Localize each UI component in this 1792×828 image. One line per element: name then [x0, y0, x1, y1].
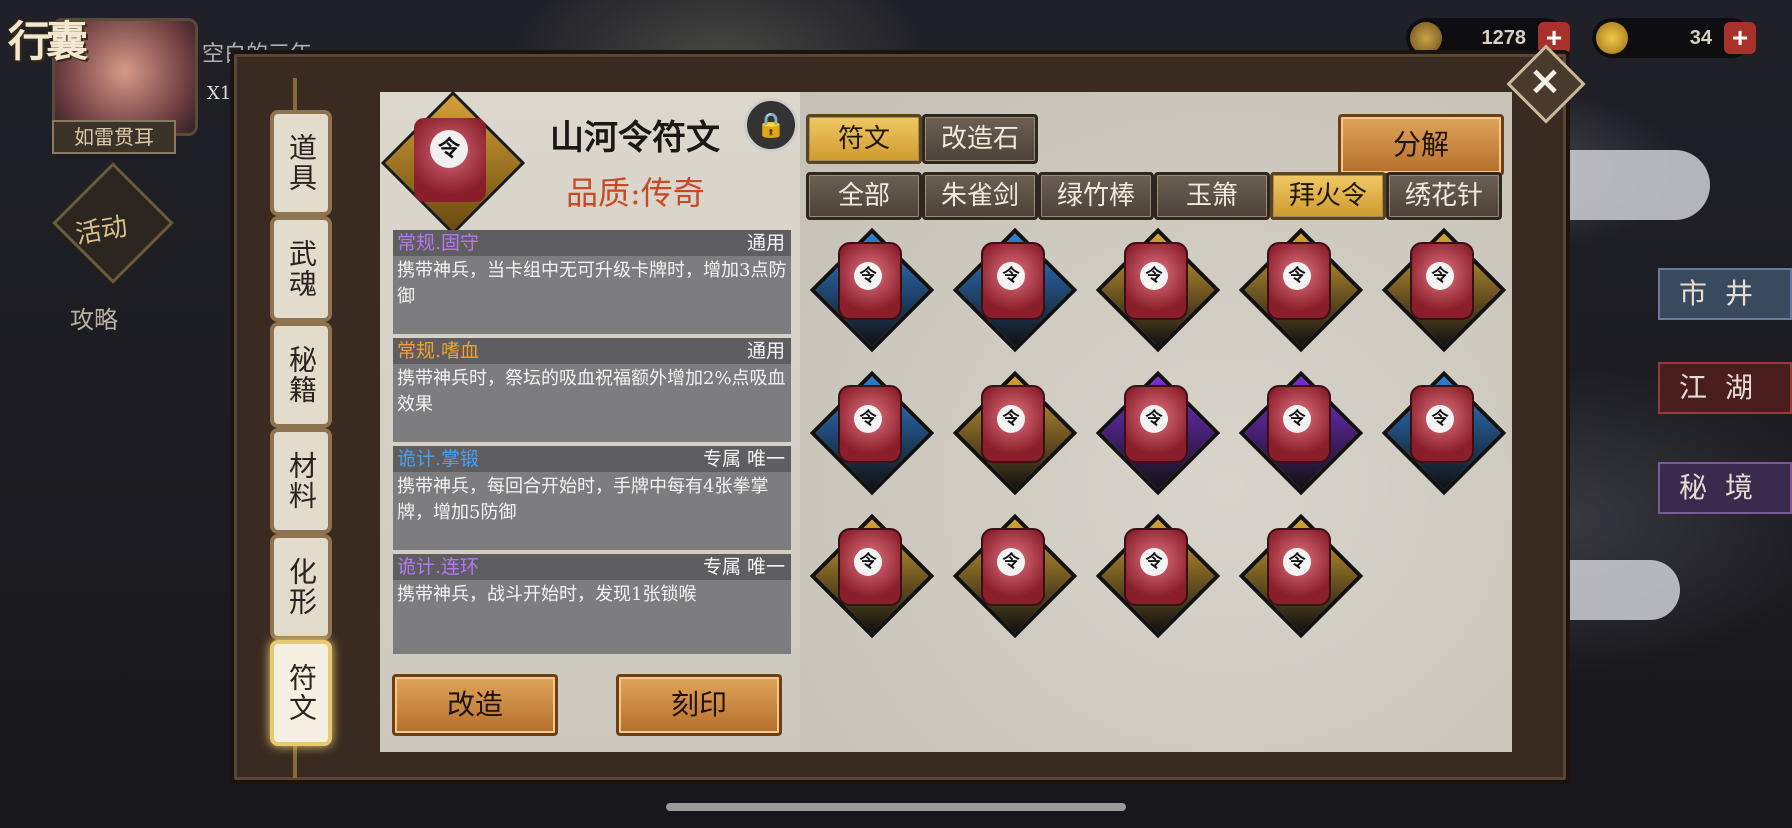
rune-seal-icon: 令 [1140, 262, 1168, 290]
rune-item[interactable]: 令 [951, 369, 1078, 496]
rune-item[interactable]: 令 [1094, 226, 1221, 353]
rune-item[interactable]: 令 [808, 226, 935, 353]
attribute-tag: 专属 唯一 [702, 448, 785, 470]
attribute-description: 携带神兵时，祭坛的吸血祝福额外增加2%点吸血效果 [393, 364, 791, 442]
tab-soul[interactable]: 武魂 [270, 216, 332, 322]
rune-seal-icon: 令 [997, 262, 1025, 290]
rune-item[interactable]: 令 [1380, 369, 1507, 496]
guide-button[interactable]: 攻略 [70, 300, 118, 335]
attribute-name: 常规.嗜血 [397, 340, 480, 362]
tab-manuals[interactable]: 秘籍 [270, 322, 332, 428]
filter-fire-token[interactable]: 拜火令 [1270, 172, 1386, 220]
rune-item[interactable]: 令 [1237, 512, 1364, 639]
modify-button[interactable]: 改造 [392, 674, 558, 736]
rune-item[interactable]: 令 [1237, 369, 1364, 496]
rune-seal-icon: 令 [1283, 262, 1311, 290]
attribute-header: 诡计.掌锻 专属 唯一 [393, 446, 791, 472]
attribute-description: 携带神兵，当卡组中无可升级卡牌时，增加3点防御 [393, 256, 791, 334]
item-seal-icon: 令 [430, 130, 468, 168]
rune-seal-icon: 令 [1426, 262, 1454, 290]
rune-seal-icon: 令 [1283, 548, 1311, 576]
tab-runes[interactable]: 符文 [270, 640, 332, 746]
close-icon[interactable]: × [1526, 58, 1564, 104]
nav-secret-realm[interactable]: 秘境 [1658, 462, 1792, 514]
nav-market[interactable]: 市井 [1658, 268, 1792, 320]
nav-jianghu[interactable]: 江湖 [1658, 362, 1792, 414]
rune-item[interactable]: 令 [951, 226, 1078, 353]
player-rank: 如雷贯耳 [52, 120, 176, 154]
attribute-header: 诡计.连环 专属 唯一 [393, 554, 791, 580]
attribute-name: 常规.固守 [397, 232, 480, 254]
rune-item[interactable]: 令 [1094, 369, 1221, 496]
rune-seal-icon: 令 [997, 548, 1025, 576]
tab-modify-stones[interactable]: 改造石 [922, 114, 1038, 164]
rune-item[interactable]: 令 [1094, 512, 1221, 639]
rune-seal-icon: 令 [854, 405, 882, 433]
filter-embroidery-needle[interactable]: 绣花针 [1386, 172, 1502, 220]
rune-item[interactable]: 令 [1237, 226, 1364, 353]
gold-ingot-counter: 34 + [1592, 18, 1756, 58]
attribute-tag: 通用 [746, 232, 785, 254]
tab-runes-list[interactable]: 符文 [806, 114, 922, 164]
attribute-header: 常规.嗜血 通用 [393, 338, 791, 364]
rune-item[interactable]: 令 [808, 369, 935, 496]
filter-jade-flute[interactable]: 玉箫 [1154, 172, 1270, 220]
lock-icon[interactable]: 🔒 [744, 98, 798, 152]
attribute-tag: 专属 唯一 [702, 556, 785, 578]
tab-materials[interactable]: 材料 [270, 428, 332, 534]
rune-seal-icon: 令 [1426, 405, 1454, 433]
rune-item[interactable]: 令 [808, 512, 935, 639]
filter-green-bamboo-staff[interactable]: 绿竹棒 [1038, 172, 1154, 220]
rune-seal-icon: 令 [1140, 548, 1168, 576]
rune-seal-icon: 令 [1140, 405, 1168, 433]
item-name: 山河令符文 [550, 118, 720, 158]
engrave-button[interactable]: 刻印 [616, 674, 782, 736]
add-gold-ingot-button[interactable]: + [1724, 22, 1756, 54]
tab-transform[interactable]: 化形 [270, 534, 332, 640]
gold-ingot-value: 34 [1689, 27, 1712, 49]
attribute-description: 携带神兵，战斗开始时，发现1张锁喉 [393, 580, 791, 654]
item-quality: 品质:传奇 [566, 174, 705, 212]
attribute-tag: 通用 [746, 340, 785, 362]
rune-seal-icon: 令 [854, 548, 882, 576]
attribute-description: 携带神兵，每回合开始时，手牌中每有4张拳掌牌，增加5防御 [393, 472, 791, 550]
home-indicator [666, 803, 1126, 811]
attribute-name: 诡计.掌锻 [397, 448, 480, 470]
multiplier-label: X1 [207, 83, 232, 104]
rune-item[interactable]: 令 [951, 512, 1078, 639]
filter-all[interactable]: 全部 [806, 172, 922, 220]
rune-seal-icon: 令 [997, 405, 1025, 433]
rune-seal-icon: 令 [854, 262, 882, 290]
attribute-name: 诡计.连环 [397, 556, 480, 578]
gold-ingot-icon [1596, 22, 1628, 54]
attribute-header: 常规.固守 通用 [393, 230, 791, 256]
bag-title: 行囊 [8, 17, 88, 66]
rune-item[interactable]: 令 [1380, 226, 1507, 353]
tab-items[interactable]: 道具 [270, 110, 332, 216]
filter-zhuque-sword[interactable]: 朱雀剑 [922, 172, 1038, 220]
rune-seal-icon: 令 [1283, 405, 1311, 433]
decompose-button[interactable]: 分解 [1338, 114, 1504, 176]
